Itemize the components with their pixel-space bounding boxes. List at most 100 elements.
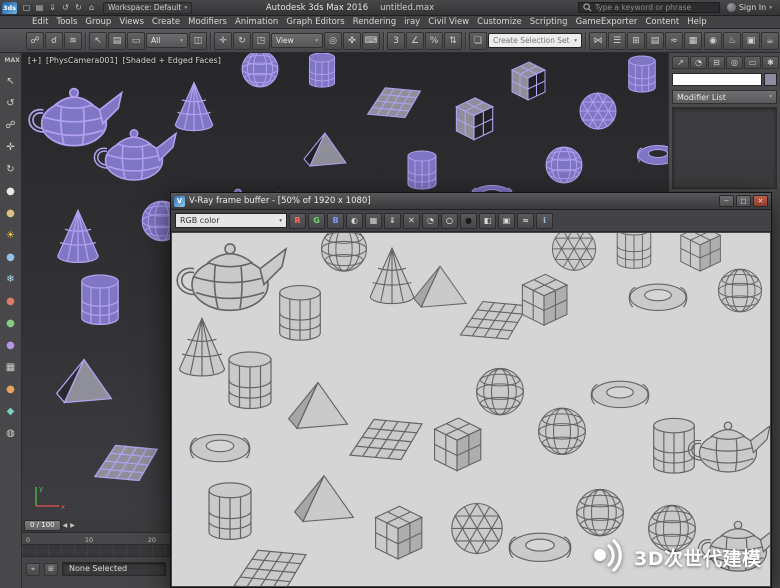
tab-modify[interactable]: ◔ <box>690 56 707 69</box>
sign-in-button[interactable]: Sign In ▾ <box>727 3 772 12</box>
snaps-toggle-3d[interactable]: 3 <box>387 32 405 50</box>
scene-object-teapot[interactable] <box>29 89 121 146</box>
object-name-field[interactable] <box>672 73 762 86</box>
select-object[interactable]: ↖ <box>89 32 107 50</box>
menu-item[interactable]: Tools <box>52 16 81 29</box>
sphere-tool[interactable]: ◍ <box>6 429 15 439</box>
time-slider-handle[interactable]: 0 / 100 <box>24 520 61 531</box>
rendered-frame-window[interactable]: ▣ <box>742 32 760 50</box>
render-history[interactable]: ◔ <box>422 213 439 229</box>
menu-item[interactable]: Rendering <box>349 16 400 29</box>
rotate-tool[interactable]: ↻ <box>6 165 14 175</box>
light-tool[interactable]: ☀ <box>6 231 15 241</box>
modifier-stack[interactable] <box>672 107 777 189</box>
viewport-general-menu[interactable]: [+] <box>28 56 41 65</box>
material-ball-blue[interactable]: ● <box>6 253 15 263</box>
material-ball-purple[interactable]: ● <box>6 341 15 351</box>
select-and-uniform-scale[interactable]: ◳ <box>252 32 270 50</box>
close-button[interactable]: ✕ <box>753 195 768 207</box>
bind-to-space-warp[interactable]: ≋ <box>64 32 82 50</box>
menu-item[interactable]: Group <box>81 16 115 29</box>
material-ball-green[interactable]: ● <box>6 319 15 329</box>
object-color-swatch[interactable] <box>764 73 777 86</box>
tab-create[interactable]: ↗ <box>672 56 689 69</box>
vfb-info[interactable]: i <box>536 213 553 229</box>
material-editor[interactable]: ◉ <box>704 32 722 50</box>
curve-editor[interactable]: ≈ <box>665 32 683 50</box>
absolute-mode-toggle[interactable]: ⊞ <box>44 563 58 576</box>
show-red-channel[interactable]: R <box>289 213 306 229</box>
scene-object-sphere[interactable] <box>242 53 278 87</box>
material-ball-tan[interactable]: ● <box>6 209 15 219</box>
unlink-selection[interactable]: ☌ <box>45 32 63 50</box>
reference-coordinate-dropdown[interactable]: View ▾ <box>271 33 323 48</box>
named-selection-sets-combo[interactable]: Create Selection Set ▾ <box>488 33 582 48</box>
angle-snap-toggle[interactable]: ∠ <box>406 32 424 50</box>
menu-item[interactable]: Views <box>115 16 148 29</box>
menu-item[interactable]: Edit <box>28 16 52 29</box>
menu-item[interactable]: Help <box>683 16 710 29</box>
select-and-manipulate[interactable]: ✜ <box>343 32 361 50</box>
vfb-channel-dropdown[interactable]: RGB color ▾ <box>175 213 287 228</box>
show-green-channel[interactable]: G <box>308 213 325 229</box>
menu-item[interactable]: Civil View <box>424 16 473 29</box>
link-tool[interactable]: ☍ <box>5 121 15 131</box>
scene-object-cylinder[interactable] <box>408 151 436 189</box>
tab-display[interactable]: ▭ <box>744 56 761 69</box>
select-and-link[interactable]: ☍ <box>26 32 44 50</box>
mirror[interactable]: ⋈ <box>589 32 607 50</box>
undo-tool[interactable]: ↺ <box>6 99 14 109</box>
menu-item[interactable]: GameExporter <box>572 16 642 29</box>
quick-access-icon[interactable]: ▢ <box>20 3 33 12</box>
minimize-button[interactable]: ─ <box>719 195 734 207</box>
toggle-scene-explorer[interactable]: ⊞ <box>627 32 645 50</box>
scene-object-sphere[interactable] <box>546 147 582 183</box>
scene-object-pyramid[interactable] <box>304 133 346 166</box>
scene-object-teapot[interactable] <box>94 130 176 180</box>
white-level[interactable]: ○ <box>441 213 458 229</box>
percent-snap-toggle[interactable]: % <box>425 32 443 50</box>
clear-image[interactable]: ✕ <box>403 213 420 229</box>
material-ball-red[interactable]: ● <box>6 297 15 307</box>
maximize-button[interactable]: □ <box>736 195 751 207</box>
scene-object-geosphere[interactable] <box>580 93 616 129</box>
scene-object-box[interactable] <box>456 98 492 140</box>
scene-object-cylinder[interactable] <box>309 53 334 87</box>
select-tool[interactable]: ↖ <box>6 77 14 87</box>
scene-object-cone[interactable] <box>58 210 98 262</box>
menu-item[interactable]: Scripting <box>526 16 572 29</box>
select-and-move[interactable]: ✛ <box>214 32 232 50</box>
menu-item[interactable]: iray <box>400 16 424 29</box>
show-alpha-channel[interactable]: ▦ <box>365 213 382 229</box>
render-production[interactable]: ☕ <box>761 32 779 50</box>
quick-access-icon[interactable]: ↺ <box>59 3 72 12</box>
vfb-titlebar[interactable]: V V-Ray frame buffer - [50% of 1920 x 10… <box>171 193 771 210</box>
scene-object-torus[interactable] <box>637 146 668 165</box>
scene-object-cylinder[interactable] <box>629 56 656 92</box>
selection-filter-dropdown[interactable]: All ▾ <box>146 33 188 48</box>
grid-tool[interactable]: ▦ <box>6 363 15 373</box>
menu-item[interactable]: Customize <box>473 16 526 29</box>
quick-access-icon[interactable]: ⌂ <box>85 3 98 12</box>
menu-item[interactable]: Content <box>641 16 683 29</box>
window-crossing-toggle[interactable]: ◫ <box>189 32 207 50</box>
tab-hierarchy[interactable]: ⊟ <box>708 56 725 69</box>
move-tool[interactable]: ✛ <box>6 143 14 153</box>
menu-item[interactable]: Animation <box>231 16 282 29</box>
spinner-snap-toggle[interactable]: ⇅ <box>444 32 462 50</box>
schematic-view[interactable]: ▦ <box>684 32 702 50</box>
rectangular-selection-region[interactable]: ▭ <box>127 32 145 50</box>
material-ball-white[interactable]: ● <box>6 187 15 197</box>
edit-named-selection-sets[interactable]: ❏ <box>469 32 487 50</box>
quick-access-icon[interactable]: ▤ <box>33 3 46 12</box>
save-image[interactable]: ⇓ <box>384 213 401 229</box>
workspace-dropdown[interactable]: Workspace: Default ▾ <box>103 2 192 14</box>
next-frame-icon[interactable]: ▶ <box>69 522 76 529</box>
material-ball-orange[interactable]: ● <box>6 385 15 395</box>
snowflake-tool[interactable]: ❄ <box>6 275 14 285</box>
gem-tool[interactable]: ◆ <box>7 407 15 417</box>
scene-object-plane[interactable] <box>368 88 421 118</box>
modifier-list-dropdown[interactable]: Modifier List ▾ <box>672 90 777 104</box>
tab-utilities[interactable]: ✱ <box>762 56 779 69</box>
keyboard-shortcut-override[interactable]: ⌨ <box>362 32 380 50</box>
